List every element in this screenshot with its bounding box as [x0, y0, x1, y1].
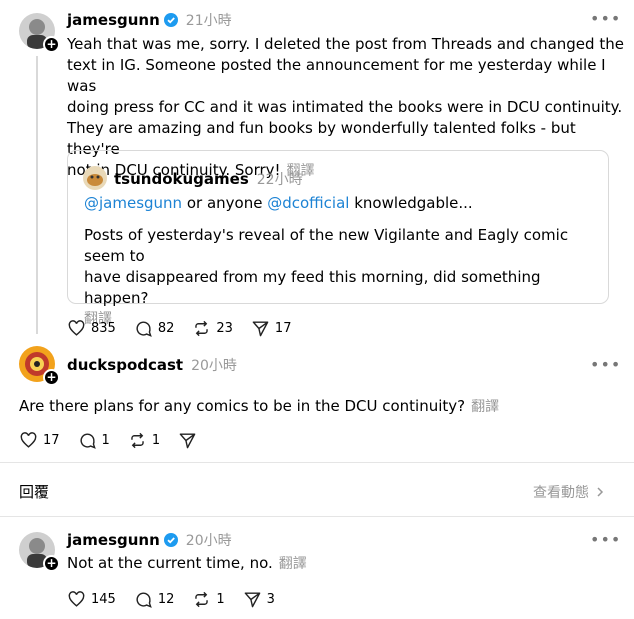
heart-icon: [68, 319, 85, 336]
like-button[interactable]: 835: [67, 319, 116, 338]
post-header: jamesgunn 21小時: [67, 10, 232, 30]
avatar-tsundokugames[interactable]: [83, 166, 107, 190]
comment-count: 1: [101, 432, 110, 448]
quote-text: or anyone: [182, 194, 268, 212]
chevron-right-icon: [597, 487, 604, 497]
quoted-post-card[interactable]: tsundokugames 22小時 @jamesgunn or anyone …: [67, 150, 609, 327]
quote-text: knowledgable...: [349, 194, 473, 212]
post-actions: 835 82 23 17: [67, 318, 309, 338]
comment-icon: [136, 321, 152, 337]
follow-plus-icon[interactable]: +: [43, 36, 60, 53]
share-count: 3: [266, 591, 275, 607]
heart-icon: [68, 590, 85, 607]
more-options-icon[interactable]: •••: [590, 11, 621, 27]
post-text: Not at the current time, no.: [67, 554, 273, 572]
comment-button[interactable]: 82: [134, 319, 175, 338]
repost-icon: [195, 591, 209, 607]
send-icon: [179, 432, 196, 448]
avatar-jamesgunn[interactable]: +: [19, 13, 60, 53]
username[interactable]: tsundokugames: [114, 170, 249, 188]
repost-button[interactable]: 1: [192, 590, 225, 609]
divider: [0, 462, 634, 463]
mention-link[interactable]: @jamesgunn: [84, 194, 182, 212]
username[interactable]: jamesgunn: [67, 11, 160, 29]
comment-button[interactable]: 1: [78, 431, 110, 450]
like-count: 17: [43, 432, 60, 448]
divider: [0, 516, 634, 517]
comment-button[interactable]: 12: [134, 590, 175, 609]
repost-icon: [195, 320, 209, 336]
view-activity-link[interactable]: 查看動態: [533, 482, 605, 502]
post-time[interactable]: 20小時: [191, 355, 237, 375]
avatar-image: [83, 166, 107, 190]
translate-link[interactable]: 翻譯: [279, 556, 307, 572]
post-text: Are there plans for any comics to be in …: [19, 397, 466, 415]
post-body: Are there plans for any comics to be in …: [19, 396, 619, 418]
quote-header: tsundokugames 22小時: [114, 169, 303, 189]
avatar-duckspodcast[interactable]: +: [19, 346, 60, 386]
follow-plus-icon[interactable]: +: [43, 555, 60, 572]
quote-body: Posts of yesterday's reveal of the new V…: [84, 225, 604, 330]
like-button[interactable]: 17: [19, 431, 60, 450]
post-time[interactable]: 20小時: [186, 530, 232, 550]
username[interactable]: jamesgunn: [67, 531, 160, 549]
mention-link[interactable]: @dcofficial: [267, 194, 349, 212]
send-icon: [252, 320, 269, 336]
post-line: text in IG. Someone posted the announcem…: [67, 56, 606, 95]
heart-icon: [20, 431, 37, 448]
post-line: doing press for CC and it was intimated …: [67, 98, 623, 116]
follow-plus-icon[interactable]: +: [43, 369, 60, 386]
comment-count: 82: [157, 320, 175, 336]
more-options-icon[interactable]: •••: [590, 532, 621, 548]
more-options-icon[interactable]: •••: [590, 357, 621, 373]
quote-line: Posts of yesterday's reveal of the new V…: [84, 226, 569, 265]
share-count: 17: [274, 320, 292, 336]
comment-count: 12: [157, 591, 175, 607]
send-icon: [244, 591, 260, 607]
repost-button[interactable]: 1: [128, 431, 160, 450]
share-button[interactable]: 3: [243, 590, 275, 609]
post-line: Yeah that was me, sorry. I deleted the p…: [67, 35, 624, 53]
share-button[interactable]: 17: [251, 319, 292, 338]
post-actions: 17 1 1: [19, 430, 215, 450]
post-actions: 145 12 1 3: [67, 589, 293, 609]
repost-count: 1: [216, 591, 225, 607]
verified-badge-icon: [163, 13, 178, 27]
verified-badge-icon: [163, 533, 178, 547]
username[interactable]: duckspodcast: [67, 356, 183, 374]
post-time[interactable]: 21小時: [186, 10, 232, 30]
post-body: Not at the current time, no. 翻譯: [67, 553, 607, 575]
comment-icon: [80, 433, 96, 449]
quote-mentions: @jamesgunn or anyone @dcofficial knowled…: [84, 193, 604, 214]
like-count: 145: [91, 591, 116, 607]
avatar-jamesgunn[interactable]: +: [19, 532, 60, 572]
repost-count: 1: [151, 432, 161, 448]
share-button[interactable]: [178, 431, 197, 450]
post-time[interactable]: 22小時: [257, 169, 303, 189]
view-activity-label: 查看動態: [533, 485, 589, 501]
post-header: duckspodcast 20小時: [67, 355, 237, 375]
like-button[interactable]: 145: [67, 590, 116, 609]
thread-line: [36, 56, 38, 334]
replies-label: 回覆: [19, 483, 50, 501]
comment-icon: [136, 592, 152, 608]
repost-button[interactable]: 23: [192, 319, 233, 338]
repost-icon: [131, 432, 144, 448]
like-count: 835: [91, 320, 116, 336]
quote-line: have disappeared from my feed this morni…: [84, 268, 541, 307]
translate-link[interactable]: 翻譯: [471, 399, 499, 415]
repost-count: 23: [216, 320, 233, 336]
post-header: jamesgunn 20小時: [67, 530, 232, 550]
